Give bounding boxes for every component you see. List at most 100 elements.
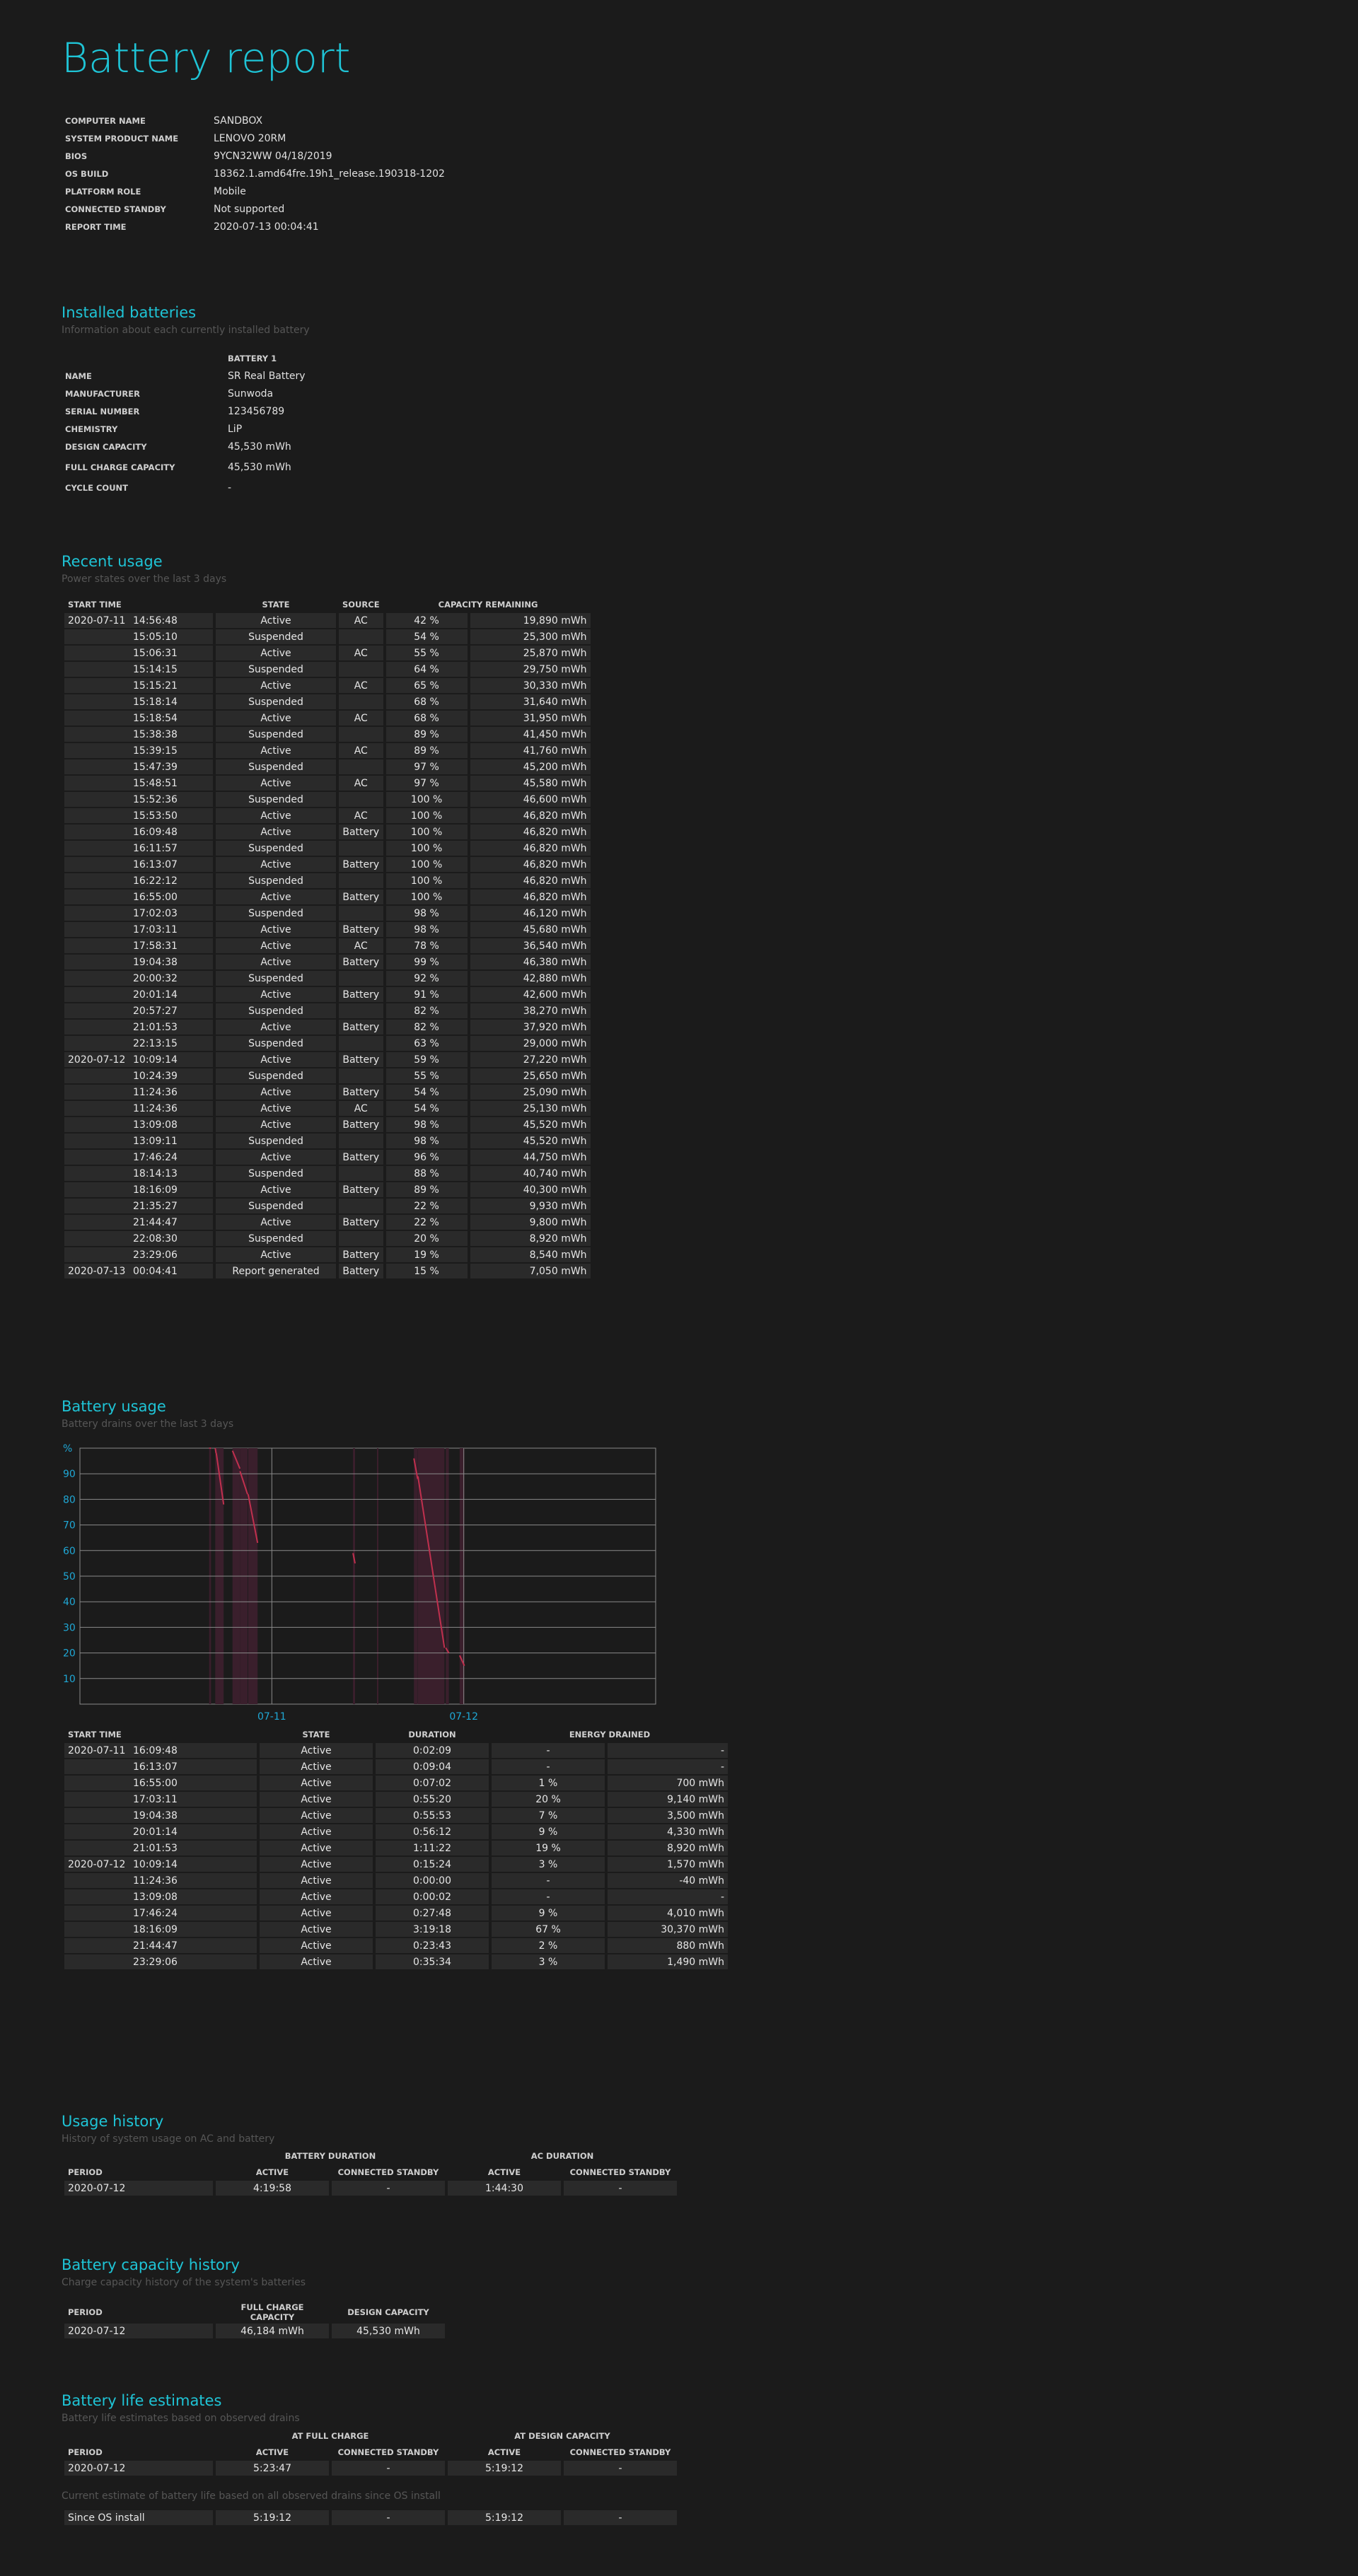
table-row: 2020-07-12 10:09:14 Active Battery 59 % 27,22… [64, 1052, 591, 1067]
info-label: SERIAL NUMBER [65, 406, 140, 416]
capacity-cell: 42,880 mWh [470, 971, 591, 986]
time-text: 15:53:50 [133, 810, 178, 822]
table-row: 21:35:27 Suspended 22 % 9,930 mWh [64, 1199, 591, 1213]
duration-cell: 0:02:09 [376, 1743, 489, 1758]
capacity-cell: 41,760 mWh [470, 743, 591, 758]
state-cell: Active [216, 711, 336, 725]
info-label: DESIGN CAPACITY [65, 441, 147, 452]
percent-cell: 89 % [385, 1182, 468, 1197]
percent-cell: 67 % [492, 1922, 605, 1937]
source-cell: Battery [339, 1020, 383, 1035]
state-cell: Suspended [216, 629, 336, 644]
state-cell: Active [260, 1808, 373, 1823]
info-label: SYSTEM PRODUCT NAME [65, 133, 179, 144]
percent-cell: 68 % [385, 694, 468, 709]
capacity-cell: 31,640 mWh [470, 694, 591, 709]
state-cell: Active [260, 1857, 373, 1872]
percent-cell: 63 % [385, 1036, 468, 1051]
time-text: 15:38:38 [133, 728, 178, 740]
start-time-cell: 16:13:07 [64, 1759, 257, 1774]
percent-cell: - [492, 1873, 605, 1888]
start-time-cell: 16:22:12 [64, 873, 213, 888]
recent-usage-table: START TIME STATE SOURCE CAPACITY REMAINI… [62, 595, 593, 1280]
info-row: PLATFORM ROLE Mobile [62, 182, 448, 200]
time-text: 15:52:36 [133, 793, 178, 805]
y-tick-label: 70 [63, 1520, 76, 1532]
source-cell [339, 1166, 383, 1181]
state-cell: Suspended [216, 662, 336, 677]
percent-cell: 9 % [492, 1906, 605, 1921]
date-text: 2020-07-11 [68, 1744, 126, 1756]
source-cell [339, 727, 383, 742]
col-period: PERIOD [68, 2307, 103, 2317]
percent-cell: 19 % [492, 1841, 605, 1855]
start-time-cell: 11:24:36 [64, 1101, 213, 1116]
time-text: 15:05:10 [133, 631, 178, 643]
y-tick-label: 10 [63, 1674, 76, 1685]
start-time-cell: 23:29:06 [64, 1247, 213, 1262]
start-time-cell: 20:01:14 [64, 1824, 257, 1839]
start-time-cell: 13:09:08 [64, 1117, 213, 1132]
state-cell: Suspended [216, 1231, 336, 1246]
col-state: STATE [262, 599, 290, 610]
percent-cell: 2 % [492, 1938, 605, 1953]
system-info-table: COMPUTER NAME SANDBOX SYSTEM PRODUCT NAME L… [62, 112, 448, 235]
percent-cell: 91 % [385, 987, 468, 1002]
duration-cell: 0:07:02 [376, 1776, 489, 1790]
state-cell: Active [216, 922, 336, 937]
percent-cell: - [492, 1743, 605, 1758]
time-text: 11:24:36 [133, 1086, 178, 1098]
percent-cell: 82 % [385, 1020, 468, 1035]
col-active: ACTIVE [487, 2447, 521, 2457]
col-start-time: START TIME [68, 599, 122, 610]
table-row: 2020-07-12 4:19:58 - 1:44:30 - [64, 2181, 677, 2196]
recent-usage-title: Recent usage [62, 553, 163, 570]
source-cell: Battery [339, 1264, 383, 1278]
value-cell: 45,530 mWh [332, 2324, 445, 2338]
state-cell: Suspended [216, 1199, 336, 1213]
col-source: SOURCE [342, 599, 380, 610]
state-cell: Active [260, 1776, 373, 1790]
energy-cell: 4,330 mWh [608, 1824, 728, 1839]
state-cell: Active [260, 1873, 373, 1888]
capacity-cell: 25,650 mWh [470, 1068, 591, 1083]
start-time-cell: 22:13:15 [64, 1036, 213, 1051]
date-text: 2020-07-11 [68, 614, 126, 626]
percent-cell: 3 % [492, 1954, 605, 1969]
info-value: 2020-07-13 00:04:41 [214, 221, 319, 233]
time-text: 10:09:14 [133, 1858, 178, 1870]
info-label: OS BUILD [65, 168, 109, 179]
page-title: Battery report [62, 34, 351, 82]
start-time-cell: 16:09:48 [64, 824, 213, 839]
energy-cell: 1,570 mWh [608, 1857, 728, 1872]
info-row: SYSTEM PRODUCT NAME LENOVO 20RM [62, 129, 448, 147]
percent-cell: 54 % [385, 1101, 468, 1116]
energy-cell: - [608, 1759, 728, 1774]
table-row: 15:53:50 Active AC 100 % 46,820 mWh [64, 808, 591, 823]
info-row: REPORT TIME 2020-07-13 00:04:41 [62, 218, 448, 235]
source-cell [339, 694, 383, 709]
start-time-cell: 21:44:47 [64, 1938, 257, 1953]
state-cell: Active [216, 1117, 336, 1132]
source-cell: Battery [339, 1117, 383, 1132]
duration-cell: 0:23:43 [376, 1938, 489, 1953]
capacity-cell: 46,820 mWh [470, 873, 591, 888]
table-row: 13:09:11 Suspended 98 % 45,520 mWh [64, 1133, 591, 1148]
period-cell: 2020-07-12 [64, 2461, 213, 2476]
x-tick-label: 07-12 [449, 1711, 478, 1722]
capacity-cell: 19,890 mWh [470, 613, 591, 628]
energy-cell: 4,010 mWh [608, 1906, 728, 1921]
state-cell: Active [216, 955, 336, 969]
info-value: 45,530 mWh [228, 441, 291, 453]
life-estimates-subtitle: Battery life estimates based on observed… [62, 2413, 300, 2424]
table-row: 18:16:09 Active 3:19:18 67 % 30,370 mWh [64, 1922, 728, 1937]
value-cell: - [332, 2181, 445, 2196]
time-text: 18:14:13 [133, 1167, 178, 1179]
capacity-cell: 45,680 mWh [470, 922, 591, 937]
info-row: CHEMISTRY LiP [62, 420, 373, 438]
state-cell: Active [216, 1215, 336, 1230]
table-row: 15:18:14 Suspended 68 % 31,640 mWh [64, 694, 591, 709]
time-text: 19:04:38 [133, 1809, 178, 1822]
info-row: FULL CHARGE CAPACITY 45,530 mWh [62, 455, 373, 479]
time-text: 18:16:09 [133, 1923, 178, 1935]
